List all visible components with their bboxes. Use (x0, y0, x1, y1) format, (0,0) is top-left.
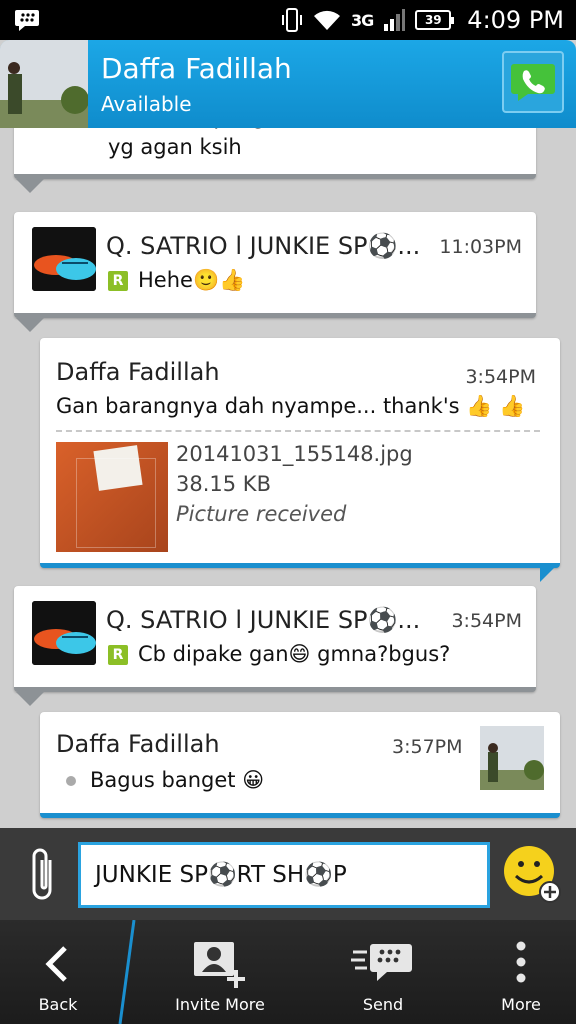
bbm-send-icon (351, 944, 412, 981)
message-text: Hehe🙂👍 (138, 268, 246, 292)
divider (118, 920, 136, 1024)
chat-header: Daffa Fadillah Available (0, 40, 576, 128)
battery-icon: 39 (415, 10, 455, 30)
sender-name: Q. SATRIO l JUNKIE SP⚽... (106, 232, 421, 260)
attachment-thumbnail[interactable] (56, 442, 168, 552)
clock: 4:09 PM (467, 6, 564, 34)
sender-avatar[interactable] (32, 601, 96, 665)
back-label: Back (38, 995, 78, 1014)
emoticon-button[interactable] (502, 844, 562, 904)
message-input[interactable]: JUNKIE SP⚽RT SH⚽P (78, 842, 490, 908)
message-text: Bagus banget 😀 (90, 768, 265, 792)
status-bar: 3G 39 4:09 PM (0, 0, 576, 40)
read-receipt-badge: R (108, 645, 128, 665)
signal-icon (384, 9, 406, 31)
contact-status: Available (101, 92, 192, 116)
sender-name: Q. SATRIO l JUNKIE SP⚽... (106, 606, 421, 634)
paperclip-icon[interactable] (28, 846, 60, 904)
vibrate-icon (282, 8, 303, 32)
message-text: Psti smpai gan..alamat sesuai sm yg agan… (108, 128, 490, 159)
sender-avatar[interactable] (32, 227, 96, 291)
message-bubble[interactable]: Daffa Fadillah 3:54PM Gan barangnya dah … (40, 338, 560, 568)
invite-more-label: Invite More (175, 995, 265, 1014)
composer-bar: JUNKIE SP⚽RT SH⚽P (0, 828, 576, 920)
invite-more-button[interactable]: Invite More (150, 920, 290, 1024)
contact-avatar[interactable] (0, 40, 88, 128)
read-receipt-badge: R (108, 271, 128, 291)
attachment-filename: 20141031_155148.jpg (176, 442, 413, 466)
message-bubble[interactable]: RPsti smpai gan..alamat sesuai sm yg aga… (14, 128, 536, 179)
add-contact-icon (194, 942, 245, 988)
bubble-tail (540, 568, 554, 582)
more-label: More (501, 995, 541, 1014)
call-button[interactable] (502, 51, 564, 113)
back-arrow-icon (45, 946, 67, 982)
bubble-tail (16, 318, 44, 332)
contact-name: Daffa Fadillah (101, 52, 292, 85)
attachment-status: Picture received (176, 502, 347, 526)
message-time: 11:03PM (439, 236, 522, 258)
send-label: Send (362, 995, 404, 1014)
attachment[interactable]: 20141031_155148.jpg 38.15 KB Picture rec… (56, 442, 536, 552)
status-dot-icon (66, 776, 76, 786)
message-list[interactable]: R Psti smpai gan..alamat sesuai sm yg aga… (0, 128, 576, 828)
message-time: 3:57PM (392, 736, 463, 758)
back-button[interactable]: Back (0, 920, 116, 1024)
network-type: 3G (351, 10, 374, 30)
message-text: Gan barangnya dah nyampe... thank's 👍 👍 (56, 394, 526, 418)
contact-avatar-small[interactable] (480, 726, 544, 790)
wifi-icon (314, 10, 341, 30)
message-time: 3:54PM (451, 610, 522, 632)
sender-name: Daffa Fadillah (56, 358, 220, 386)
battery-level: 39 (424, 13, 442, 27)
bbm-icon (15, 10, 39, 31)
bubble-tail (16, 692, 44, 706)
message-bubble[interactable]: Daffa Fadillah 3:57PM Bagus banget 😀 (40, 712, 560, 818)
message-bubble[interactable]: Q. SATRIO l JUNKIE SP⚽... 3:54PM R Cb dip… (14, 586, 536, 692)
message-bubble[interactable]: Q. SATRIO l JUNKIE SP⚽... 11:03PM R Hehe🙂… (14, 212, 536, 318)
divider (56, 430, 540, 432)
overflow-menu-icon (516, 941, 526, 983)
bubble-tail (16, 179, 44, 193)
more-button[interactable]: More (476, 920, 566, 1024)
message-text: Cb dipake gan😄 gmna?bgus? (138, 642, 451, 666)
send-button[interactable]: Send (330, 920, 436, 1024)
action-bar: Back Invite More Send More (0, 920, 576, 1024)
sender-name: Daffa Fadillah (56, 730, 220, 758)
phone-icon (511, 64, 555, 101)
message-time: 3:54PM (465, 366, 536, 388)
attachment-size: 38.15 KB (176, 472, 271, 496)
